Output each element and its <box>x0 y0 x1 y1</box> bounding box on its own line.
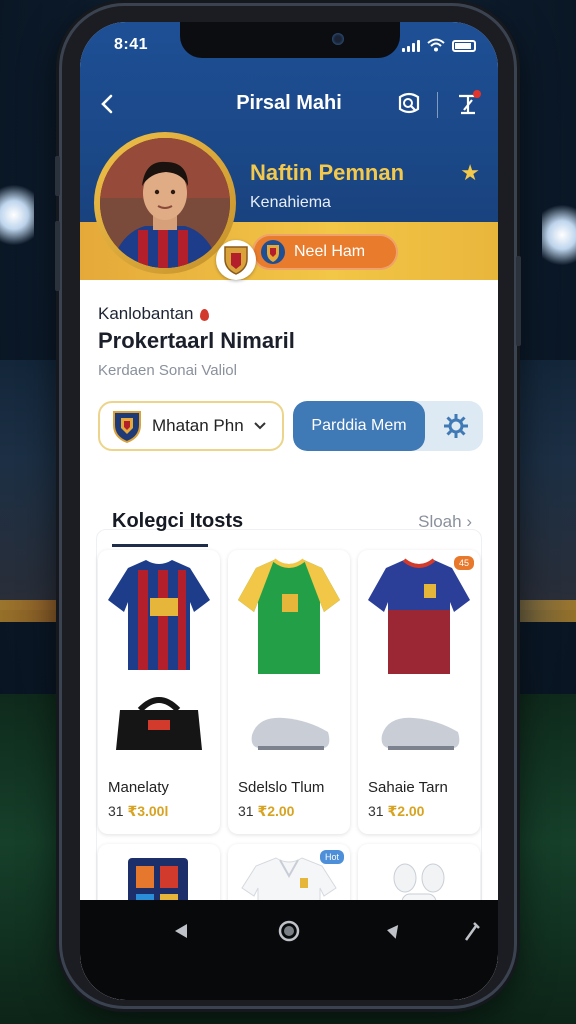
product-price: 31 ₹2.00 <box>368 803 424 820</box>
club-crest-badge <box>216 240 256 280</box>
signal-icon <box>402 40 420 52</box>
jersey-boots-image <box>368 558 470 750</box>
avatar[interactable] <box>94 132 236 274</box>
team-pill-label: Neel Ham <box>294 243 366 260</box>
product-price: 31 ₹3.00l <box>108 803 168 820</box>
header-divider <box>437 92 438 118</box>
page-title: Pirsal Mahi <box>236 92 342 114</box>
notch <box>180 22 400 58</box>
product-card[interactable]: Sdelslo Tlum 31 ₹2.00 <box>228 550 350 834</box>
alert-icon <box>200 308 210 321</box>
player-subtitle: Kenahiema <box>250 194 331 211</box>
status-time: 8:41 <box>114 36 149 53</box>
price-prefix: 31 <box>108 803 124 819</box>
chevron-down-icon <box>253 422 266 430</box>
club-select[interactable]: Mhatan Phn <box>98 401 284 451</box>
star-icon[interactable]: ★ <box>460 160 480 186</box>
see-all-label: Sloah <box>418 512 462 531</box>
section-title: Prokertaarl Nimaril <box>98 328 295 353</box>
team-crest-icon <box>261 240 285 264</box>
notification-dot <box>473 90 481 98</box>
club-shield-icon <box>113 411 141 443</box>
system-nav-bar <box>80 900 498 1000</box>
app-screen: 8:41 Pirsal Mahi Naftin Pemnan Kenahiema… <box>80 22 498 1000</box>
product-card[interactable]: Manelaty 31 ₹3.00l <box>98 550 220 834</box>
price-value: ₹3.00l <box>127 803 169 819</box>
price-value: ₹2.00 <box>257 803 295 819</box>
main-content: Kanlobantan Prokertaarl Nimaril Kerdaen … <box>80 280 498 1000</box>
section-label-text: Kanlobantan <box>98 304 194 323</box>
product-badge: Hot <box>319 850 344 864</box>
nav-back-icon[interactable] <box>172 922 190 940</box>
nav-recent-icon[interactable] <box>383 922 401 940</box>
player-photo <box>100 138 230 268</box>
jersey-boots-image <box>238 558 340 750</box>
team-button[interactable]: Neel Ham <box>252 234 398 270</box>
section-subtitle: Kerdaen Sonai Valiol <box>98 362 237 379</box>
battery-icon <box>452 40 476 52</box>
club-select-value: Mhatan Phn <box>152 416 244 435</box>
section-label: Kanlobantan <box>98 304 210 324</box>
action-group: Parddia Mem <box>293 401 483 451</box>
profile-header: 8:41 Pirsal Mahi Naftin Pemnan Kenahiema… <box>80 22 498 280</box>
product-name: Sdelslo Tlum <box>238 779 325 796</box>
price-prefix: 31 <box>368 803 384 819</box>
edit-button[interactable] <box>452 88 484 120</box>
collection-title: Kolegci Itosts <box>112 510 244 532</box>
jersey-bag-image <box>108 560 210 750</box>
gear-icon[interactable] <box>443 413 469 439</box>
wifi-icon <box>427 38 445 52</box>
product-price: 31 ₹2.00 <box>238 803 294 820</box>
search-icon[interactable] <box>393 88 425 120</box>
product-card[interactable]: 45 Sahaie Tarn 31 ₹2.00 <box>358 550 480 834</box>
primary-action-button[interactable]: Parddia Mem <box>293 401 425 451</box>
player-name: Naftin Pemnan <box>250 160 405 185</box>
price-value: ₹2.00 <box>387 803 425 819</box>
price-prefix: 31 <box>238 803 254 819</box>
nav-tool-icon[interactable] <box>462 920 482 942</box>
nav-home-icon[interactable] <box>277 919 301 943</box>
see-all-link[interactable]: Sloah › <box>418 512 472 532</box>
product-name: Manelaty <box>108 779 169 796</box>
product-badge: 45 <box>453 556 474 570</box>
top-bar: Pirsal Mahi <box>80 84 498 124</box>
crest-icon <box>224 246 248 275</box>
product-name: Sahaie Tarn <box>368 779 448 796</box>
chevron-right-icon: › <box>466 512 472 531</box>
collection-title-underline <box>112 544 208 547</box>
